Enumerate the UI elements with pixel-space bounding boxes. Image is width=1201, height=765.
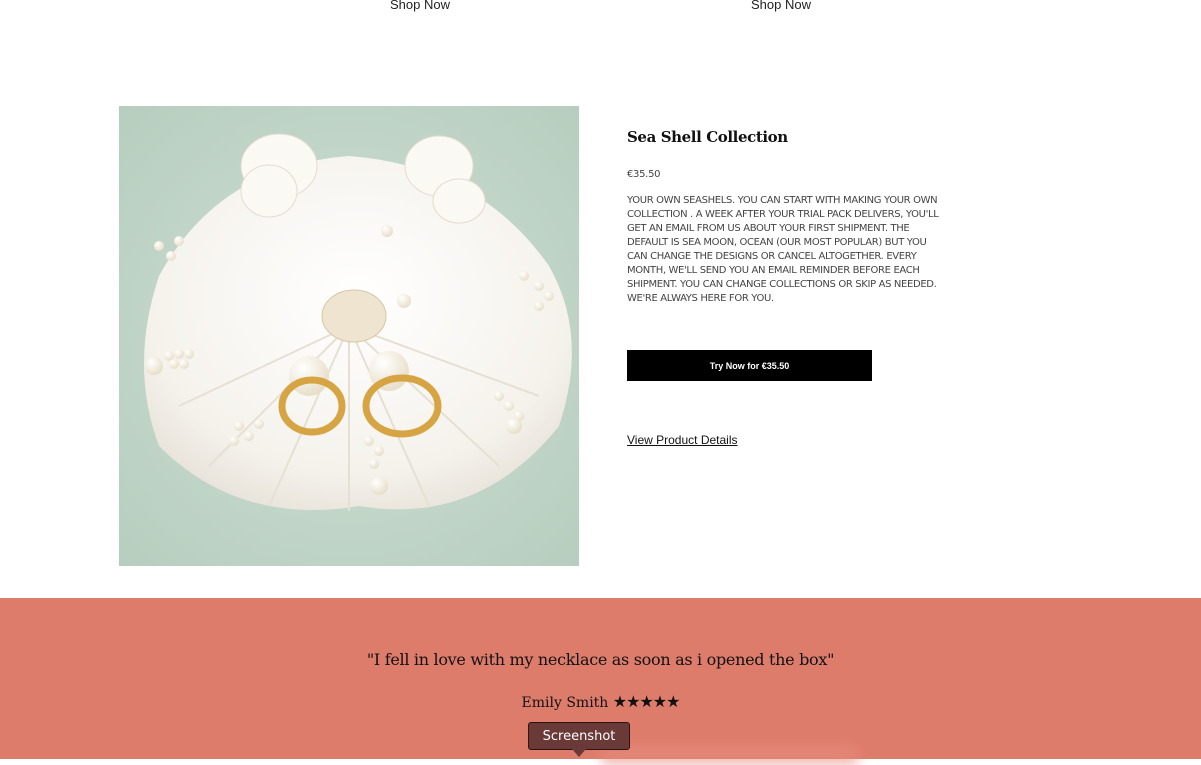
testimonial-reviewer: Emily Smith ★★★★★ (0, 692, 1201, 711)
testimonial-quote: "I fell in love with my necklace as soon… (366, 650, 835, 669)
product-title: Sea Shell Collection (627, 128, 788, 146)
shop-now-link-1[interactable]: Shop Now (390, 0, 450, 12)
try-now-button[interactable]: Try Now for €35.50 (627, 350, 872, 381)
reviewer-name: Emily Smith (521, 695, 609, 711)
view-product-details-link[interactable]: View Product Details (627, 433, 738, 447)
screenshot-tooltip[interactable]: Screenshot (528, 722, 630, 750)
tooltip-pointer-icon (572, 749, 586, 757)
product-price: €35.50 (627, 169, 661, 180)
star-rating-icon: ★★★★★ (612, 692, 681, 711)
shop-now-link-2[interactable]: Shop Now (751, 0, 811, 12)
product-image (119, 106, 579, 566)
blurred-overlay (600, 745, 860, 765)
product-description: YOUR OWN SEASHELS. YOU CAN START WITH MA… (627, 195, 939, 304)
